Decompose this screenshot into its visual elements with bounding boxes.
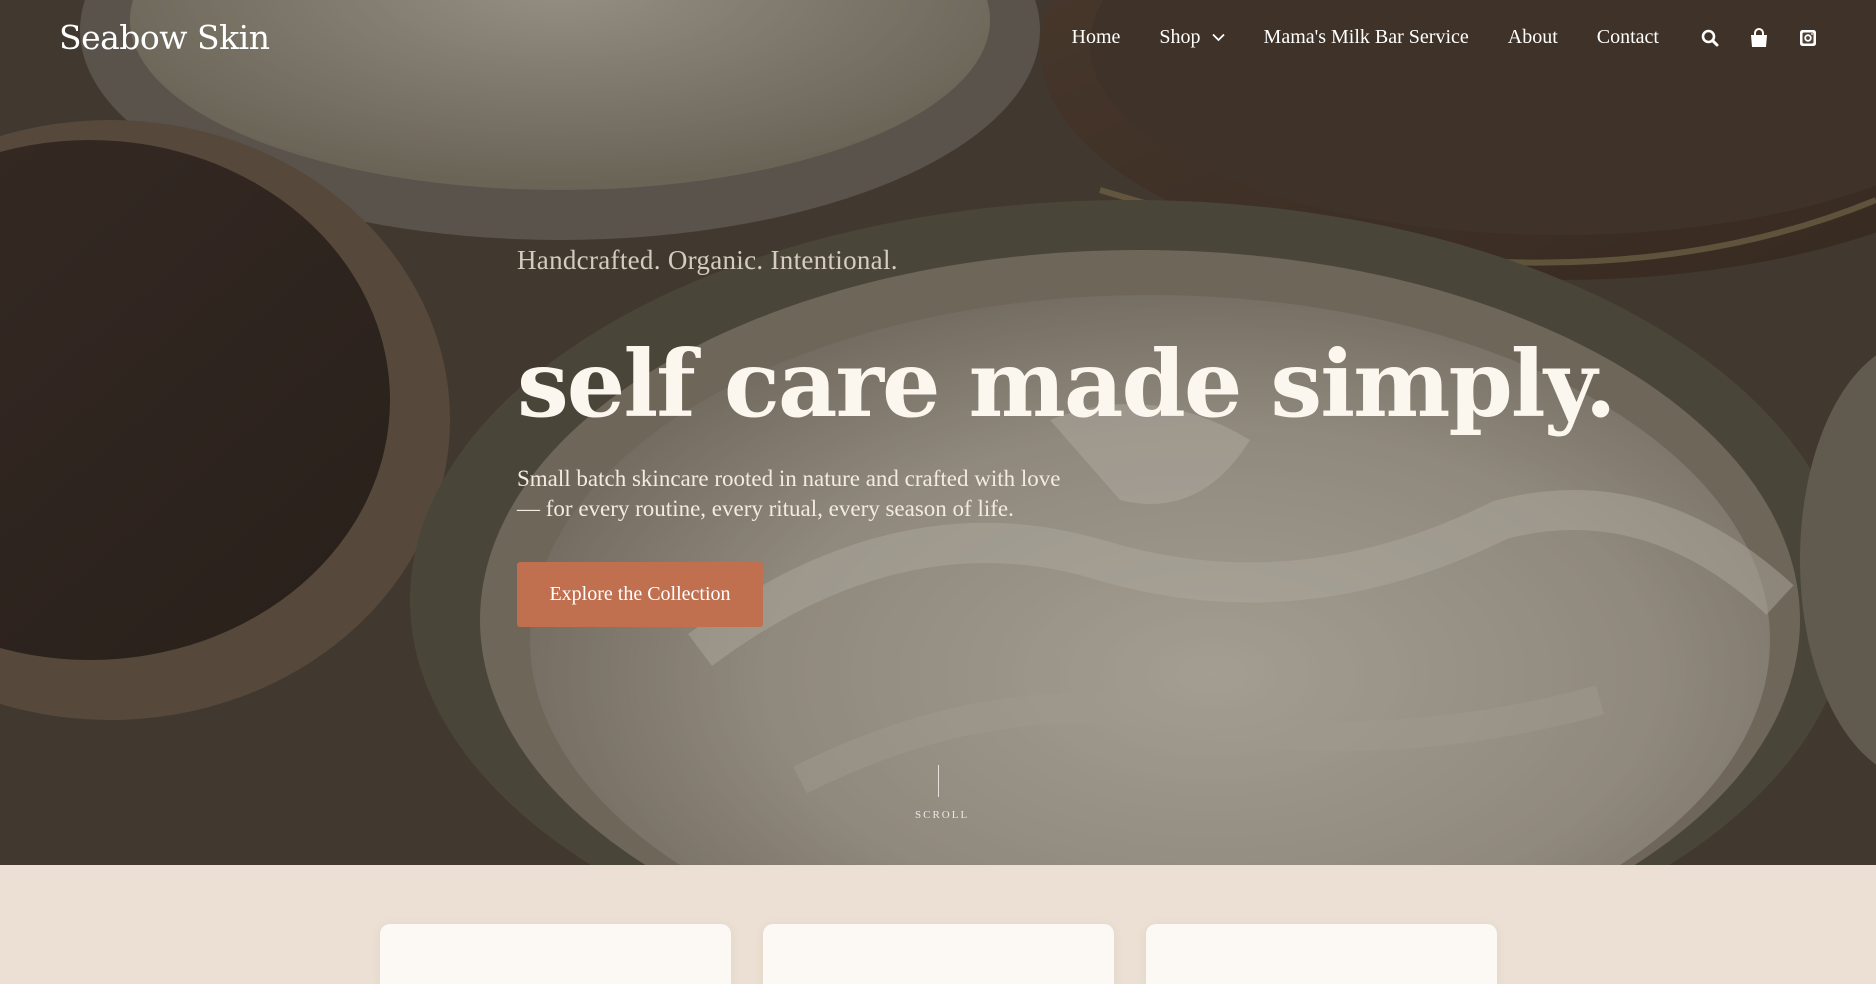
nav-item-home[interactable]: Home	[1072, 26, 1121, 49]
hero-subtext: Small batch skincare rooted in nature an…	[517, 466, 1061, 521]
nav-item-mamas-milk-bar[interactable]: Mama's Milk Bar Service	[1264, 26, 1469, 49]
nav-item-shop[interactable]: Shop	[1159, 26, 1225, 49]
nav-item-mamas-milk-bar-label: Mama's Milk Bar Service	[1263, 26, 1469, 48]
nav-item-contact[interactable]: Contact	[1597, 26, 1659, 49]
feature-cards	[380, 924, 1497, 984]
top-navigation: Seabow Skin Home Shop Mama's Milk Bar Se…	[0, 0, 1876, 82]
explore-collection-button[interactable]: Explore the Collection	[517, 562, 763, 627]
feature-card	[380, 924, 731, 984]
nav-icons	[1699, 27, 1819, 49]
scroll-label: SCROLL	[915, 809, 970, 821]
main-menu: Home Shop Mama's Milk Bar Service About …	[1072, 26, 1819, 49]
nav-item-about[interactable]: About	[1508, 26, 1558, 49]
nav-item-shop-label: Shop	[1159, 26, 1201, 48]
hero-headline: self care made simply.	[517, 330, 1617, 438]
hero-tagline: Handcrafted. Organic. Intentional.	[517, 245, 898, 275]
nav-item-contact-label: Contact	[1596, 26, 1659, 48]
shopping-bag-icon[interactable]	[1748, 27, 1770, 49]
feature-card	[1146, 924, 1497, 984]
scroll-line	[937, 765, 939, 797]
page: Seabow Skin Home Shop Mama's Milk Bar Se…	[0, 0, 1876, 984]
hero-section: Seabow Skin Home Shop Mama's Milk Bar Se…	[0, 0, 1876, 865]
search-icon[interactable]	[1699, 27, 1721, 49]
scroll-indicator[interactable]: SCROLL	[915, 765, 970, 821]
hero-content: Handcrafted. Organic. Intentional. self …	[517, 245, 1617, 627]
feature-card	[763, 924, 1114, 984]
brand-logo[interactable]: Seabow Skin	[59, 18, 270, 57]
chevron-down-icon	[1211, 33, 1225, 42]
nav-item-about-label: About	[1507, 26, 1558, 48]
nav-item-home-label: Home	[1071, 26, 1121, 48]
instagram-icon[interactable]	[1797, 27, 1819, 49]
